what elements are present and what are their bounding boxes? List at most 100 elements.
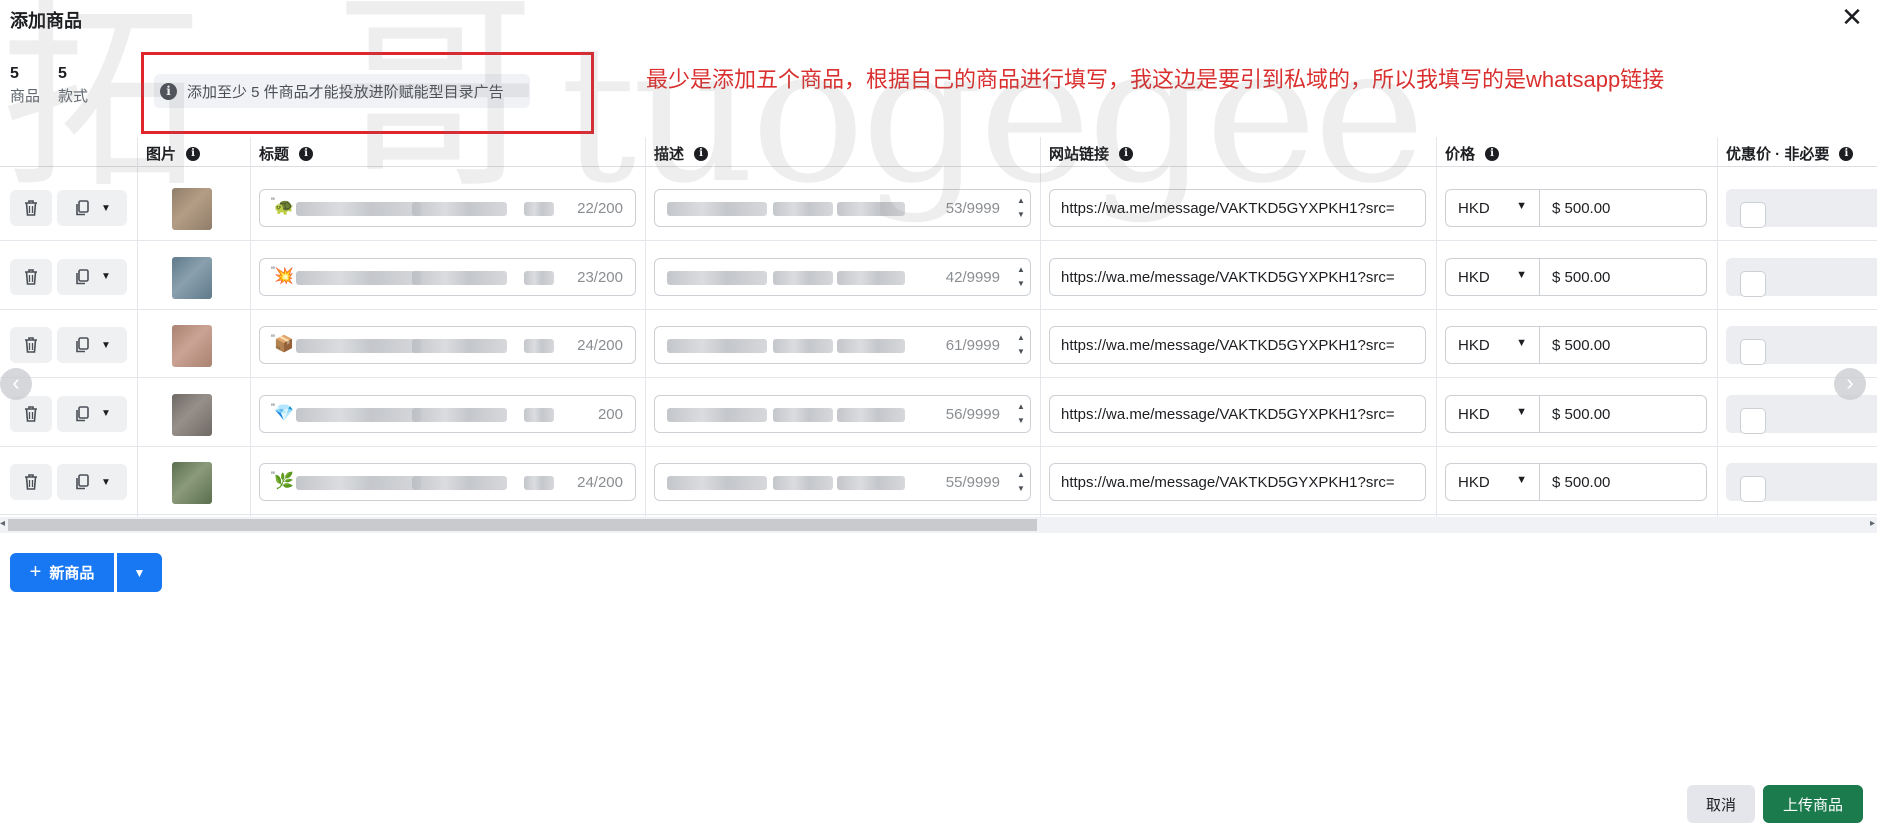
title-char-count: 24/200 [577, 337, 623, 355]
info-icon[interactable]: i [299, 146, 314, 161]
description-field[interactable]: 56/9999 ▲ ▼ [654, 394, 1031, 433]
redacted-text [773, 407, 833, 422]
column-header-sale-price-label: 优惠价 · 非必要 [1726, 146, 1830, 163]
delete-row-button[interactable] [10, 190, 52, 226]
resize-stepper-icon[interactable]: ▲ ▼ [1016, 400, 1026, 428]
website-url-value: https://wa.me/message/VAKTKD5GYXPKH1?src… [1061, 474, 1395, 492]
sale-price-checkbox[interactable] [1740, 407, 1766, 434]
price-value: $ 500.00 [1552, 474, 1611, 492]
product-image[interactable] [172, 325, 212, 368]
resize-stepper-icon[interactable]: ▲ ▼ [1016, 194, 1026, 222]
website-url-field[interactable]: https://wa.me/message/VAKTKD5GYXPKH1?src… [1049, 326, 1426, 365]
info-icon[interactable]: i [1119, 146, 1134, 161]
caret-down-icon: ▼ [1516, 200, 1527, 212]
redacted-text [773, 202, 833, 216]
redacted-text [524, 339, 554, 354]
description-field[interactable]: 61/9999 ▲ ▼ [654, 326, 1031, 365]
info-icon[interactable]: i [694, 146, 709, 161]
add-product-dropdown[interactable]: ▼ [117, 553, 162, 592]
sale-price-field[interactable] [1726, 189, 1877, 228]
resize-stepper-icon[interactable]: ▲ ▼ [1016, 331, 1026, 359]
website-url-field[interactable]: https://wa.me/message/VAKTKD5GYXPKH1?src… [1049, 189, 1426, 227]
duplicate-row-button[interactable]: ▼ [57, 395, 127, 432]
add-product-button[interactable]: + 新商品 [10, 553, 114, 592]
copy-icon [76, 405, 89, 422]
title-field[interactable]: " 📦 24/200 [259, 326, 636, 365]
cancel-button[interactable]: 取消 [1687, 785, 1755, 823]
sale-price-checkbox[interactable] [1740, 339, 1766, 366]
sale-price-checkbox[interactable] [1740, 270, 1766, 297]
resize-stepper-icon[interactable]: ▲ ▼ [1016, 263, 1026, 291]
redacted-text [412, 407, 507, 422]
product-image[interactable] [172, 393, 212, 436]
price-field[interactable]: $ 500.00 [1539, 326, 1707, 365]
title-field[interactable]: " 💥 23/200 [259, 257, 636, 296]
product-image[interactable] [172, 188, 212, 230]
product-count-label: 商品 [10, 88, 41, 105]
product-image[interactable] [172, 256, 212, 299]
duplicate-row-button[interactable]: ▼ [57, 258, 127, 295]
title-field[interactable]: " 🌿 24/200 [259, 463, 636, 502]
description-field[interactable]: 42/9999 ▲ ▼ [654, 257, 1031, 296]
website-url-field[interactable]: https://wa.me/message/VAKTKD5GYXPKH1?src… [1049, 394, 1426, 433]
delete-row-button[interactable] [10, 327, 52, 364]
sale-price-field[interactable] [1726, 257, 1877, 297]
currency-select[interactable]: HKD ▼ [1445, 189, 1540, 227]
info-icon[interactable]: i [1839, 146, 1854, 161]
redacted-text [524, 202, 554, 216]
delete-row-button[interactable] [10, 395, 52, 432]
info-icon[interactable]: i [186, 146, 201, 161]
scroll-left-icon[interactable]: ◂ [0, 518, 5, 529]
resize-stepper-icon[interactable]: ▲ ▼ [1016, 468, 1026, 496]
price-field[interactable]: $ 500.00 [1539, 463, 1707, 502]
sale-price-field[interactable] [1726, 394, 1877, 434]
price-value: $ 500.00 [1552, 200, 1611, 217]
title-emoji: 🌿 [274, 473, 294, 491]
trash-icon [25, 405, 37, 422]
currency-select[interactable]: HKD ▼ [1445, 326, 1540, 365]
sale-price-checkbox[interactable] [1740, 202, 1766, 228]
close-icon[interactable]: ✕ [1838, 4, 1866, 32]
title-emoji: 💎 [274, 404, 294, 422]
scroll-left-arrow[interactable]: ‹ [0, 368, 32, 400]
currency-select[interactable]: HKD ▼ [1445, 257, 1540, 296]
duplicate-row-button[interactable]: ▼ [57, 190, 127, 226]
scroll-right-arrow[interactable]: › [1834, 368, 1866, 400]
table-header: 图片 i 标题 i 描述 i 网站链接 i 价格 i 优惠价 · 非必要 i [0, 137, 1877, 167]
price-value: $ 500.00 [1552, 405, 1611, 423]
product-count: 5 商品 [10, 65, 40, 106]
info-icon[interactable]: i [1485, 146, 1500, 161]
redacted-text [296, 202, 421, 216]
sale-price-checkbox[interactable] [1740, 476, 1766, 503]
duplicate-row-button[interactable]: ▼ [57, 327, 127, 364]
currency-value: HKD [1458, 268, 1490, 286]
currency-select[interactable]: HKD ▼ [1445, 463, 1540, 502]
table-row: ▼ " 💥 23/200 42/9999 ▲ ▼ https://wa.me/me… [0, 242, 1877, 310]
website-url-field[interactable]: https://wa.me/message/VAKTKD5GYXPKH1?src… [1049, 257, 1426, 296]
upload-products-button[interactable]: 上传商品 [1763, 785, 1863, 823]
title-field[interactable]: " 🐢 22/200 [259, 189, 636, 227]
duplicate-row-button[interactable]: ▼ [57, 464, 127, 501]
sale-price-field[interactable] [1726, 326, 1877, 366]
currency-select[interactable]: HKD ▼ [1445, 394, 1540, 433]
price-field[interactable]: $ 500.00 [1539, 257, 1707, 296]
redacted-text [667, 407, 767, 422]
delete-row-button[interactable] [10, 464, 52, 501]
product-image[interactable] [172, 462, 212, 505]
column-header-price: 价格 i [1445, 143, 1500, 164]
sale-price-field[interactable] [1726, 463, 1877, 503]
caret-down-icon: ▼ [1516, 474, 1527, 487]
redacted-text [773, 476, 833, 491]
price-field[interactable]: $ 500.00 [1539, 189, 1707, 227]
description-field[interactable]: 53/9999 ▲ ▼ [654, 189, 1031, 227]
delete-row-button[interactable] [10, 258, 52, 295]
website-url-field[interactable]: https://wa.me/message/VAKTKD5GYXPKH1?src… [1049, 463, 1426, 502]
column-header-image: 图片 i [146, 143, 201, 164]
column-header-description-label: 描述 [654, 146, 685, 163]
horizontal-scrollbar[interactable]: ◂ ▸ [0, 517, 1877, 533]
price-field[interactable]: $ 500.00 [1539, 394, 1707, 433]
description-field[interactable]: 55/9999 ▲ ▼ [654, 463, 1031, 502]
title-field[interactable]: " 💎 200 [259, 394, 636, 433]
scrollbar-thumb[interactable] [8, 519, 1037, 531]
scroll-right-icon[interactable]: ▸ [1870, 518, 1875, 529]
